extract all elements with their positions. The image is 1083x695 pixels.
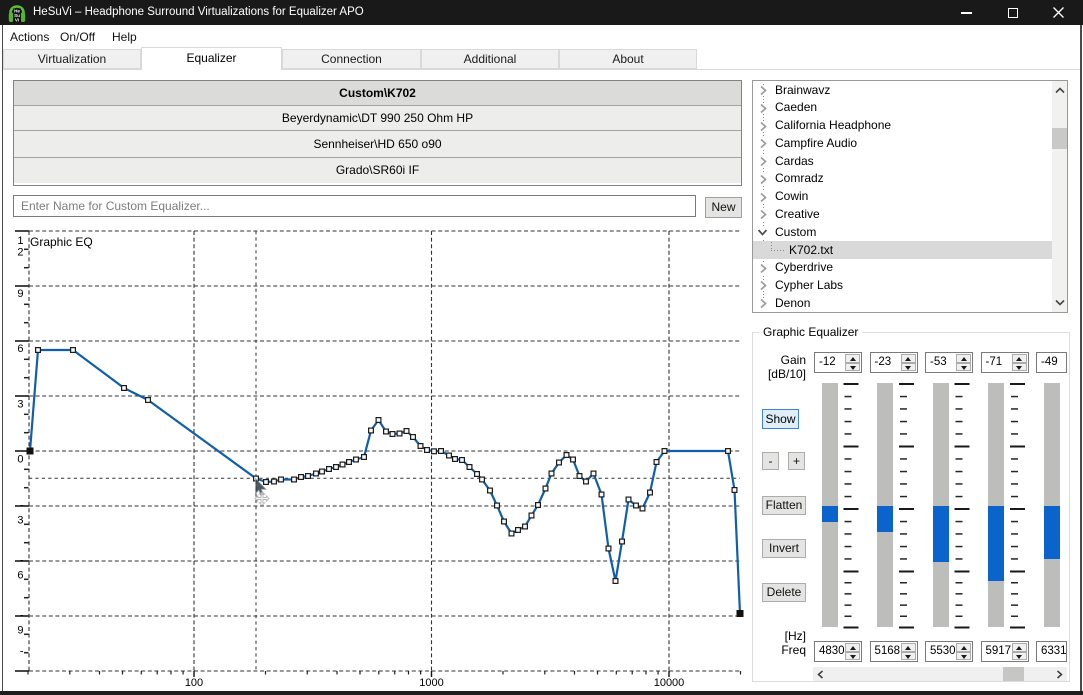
svg-text:9: 9	[17, 625, 23, 637]
svg-text:1000: 1000	[419, 677, 443, 689]
svg-text:6: 6	[17, 343, 23, 355]
svg-text:Vi: Vi	[15, 17, 19, 22]
svg-text:2: 2	[17, 247, 23, 259]
svg-text:9: 9	[17, 288, 23, 300]
svg-text:100: 100	[185, 677, 203, 689]
svg-text:-: -	[20, 610, 24, 622]
svg-text:0: 0	[17, 454, 23, 466]
svg-text:-: -	[20, 555, 24, 567]
svg-text:1: 1	[17, 235, 23, 247]
svg-text:3: 3	[17, 399, 23, 411]
svg-text:Graphic EQ: Graphic EQ	[30, 235, 93, 249]
svg-text:6: 6	[17, 570, 23, 582]
svg-text:-: -	[20, 500, 24, 512]
svg-text:-: -	[20, 646, 24, 658]
svg-text:3: 3	[17, 515, 23, 527]
svg-text:10000: 10000	[654, 677, 685, 689]
